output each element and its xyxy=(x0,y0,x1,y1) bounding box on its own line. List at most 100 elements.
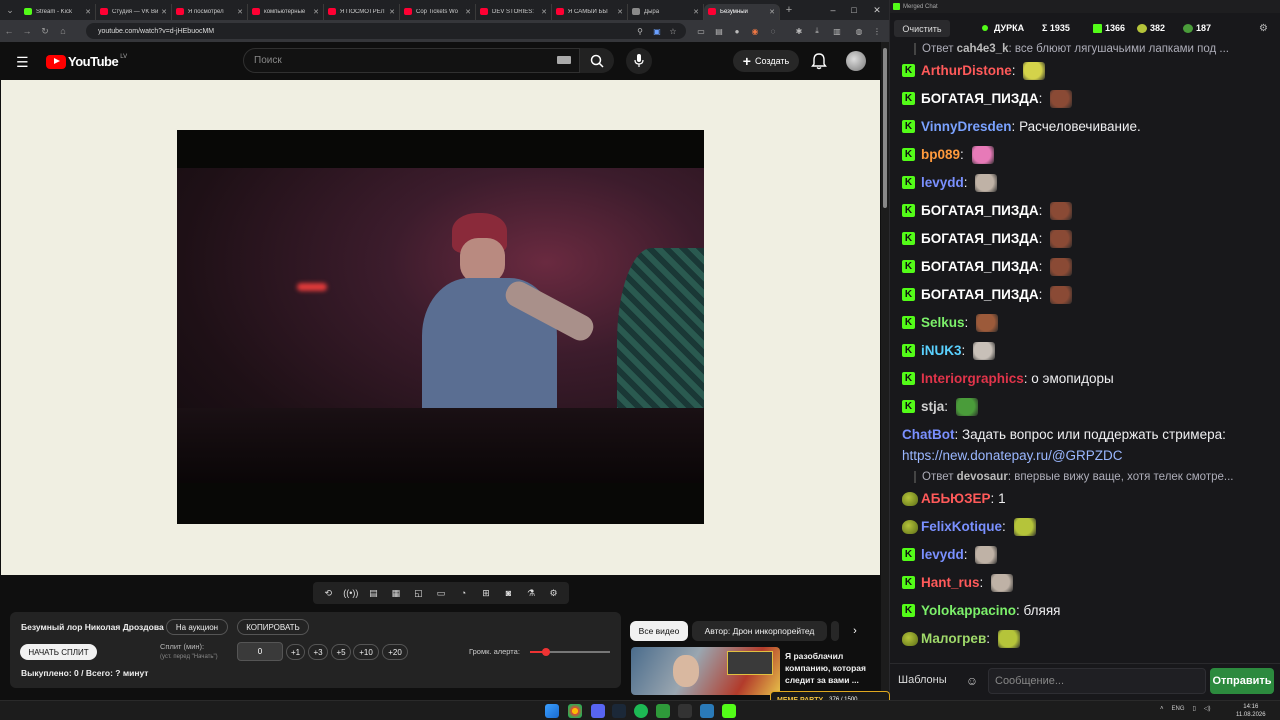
start-split-button[interactable]: НАЧАТЬ СПЛИТ xyxy=(20,644,97,660)
templates-button[interactable]: Шаблоны xyxy=(898,674,947,686)
extensions-puzzle-icon[interactable]: ✱ xyxy=(792,24,806,38)
chat-link[interactable]: https://new.donatepay.ru/@GRPZDC xyxy=(902,448,1123,463)
chat-username[interactable]: ChatBot xyxy=(902,427,955,442)
sidepanel-icon[interactable]: ▥ xyxy=(830,24,844,38)
split-minutes-input[interactable]: 0 xyxy=(237,642,283,661)
flask-icon[interactable]: ⚗ xyxy=(524,587,538,599)
chat-username[interactable]: FelixKotique xyxy=(921,516,1002,537)
chat-username[interactable]: Yolokappacino xyxy=(921,600,1016,621)
youtube-logo[interactable]: YouTube LV xyxy=(46,54,127,69)
chat-message[interactable]: Малогрев: xyxy=(902,628,1277,649)
profile-icon[interactable]: ◍ xyxy=(852,24,866,38)
tab-close-icon[interactable]: ✕ xyxy=(161,8,167,16)
start-windows-icon[interactable] xyxy=(545,704,559,718)
chat-message[interactable]: K ArthurDistone: xyxy=(902,60,1277,81)
add-frame-icon[interactable]: ⊞ xyxy=(479,587,493,599)
chat-settings-gear-icon[interactable]: ⚙ xyxy=(1259,23,1268,34)
increment-button[interactable]: +5 xyxy=(331,644,351,660)
hamburger-menu-icon[interactable]: ☰ xyxy=(16,54,29,71)
chat-username[interactable]: VinnyDresden xyxy=(921,116,1012,137)
clock[interactable]: 14:16 11.08.2026 xyxy=(1236,703,1266,719)
browser-tab[interactable]: Stream - Kick ✕ xyxy=(20,3,96,20)
new-tab-button[interactable]: + xyxy=(780,4,798,16)
chat-message[interactable]: Kstja: xyxy=(902,396,1277,417)
chat-username[interactable]: БОГАТАЯ_ПИЗДА xyxy=(921,200,1039,221)
network-icon[interactable]: ▯ xyxy=(1193,705,1196,712)
search-input[interactable]: Поиск xyxy=(243,48,580,73)
chat-message[interactable]: KiNUK3: xyxy=(902,340,1277,361)
speed-icon[interactable]: ◔ xyxy=(456,587,470,599)
increment-button[interactable]: +1 xyxy=(286,644,305,660)
chat-username[interactable]: БОГАТАЯ_ПИЗДА xyxy=(921,88,1039,109)
chat-username[interactable]: ArthurDistone xyxy=(921,60,1012,81)
close-window-icon[interactable]: ✕ xyxy=(866,0,888,20)
language-indicator[interactable]: ENG xyxy=(1172,706,1185,712)
reply-preview[interactable]: Ответ cah4e3_k: все блюют лягушачьими ла… xyxy=(914,43,1274,55)
cast-icon[interactable]: ▭ xyxy=(694,24,708,38)
browser-tab[interactable]: Безумный ✕ xyxy=(704,3,780,20)
chat-username[interactable]: stja xyxy=(921,396,944,417)
chat-username[interactable]: levydd xyxy=(921,172,964,193)
translate-icon[interactable]: ▣ xyxy=(650,24,664,38)
chat-message[interactable]: K Selkus: xyxy=(902,312,1277,333)
increment-button[interactable]: +10 xyxy=(353,644,379,660)
avatar[interactable] xyxy=(846,51,866,71)
browser-tab[interactable]: Дыра ✕ xyxy=(628,3,704,20)
chrome-icon[interactable] xyxy=(568,704,582,718)
chat-username[interactable]: АБЬЮЗЕР xyxy=(921,488,991,509)
browser-tab[interactable]: Я САМЫЙ БЫ ✕ xyxy=(552,3,628,20)
playlist-icon[interactable]: ▤ xyxy=(366,587,380,599)
browser-tab[interactable]: DEV STORIES: ✕ xyxy=(476,3,552,20)
chat-message[interactable]: K БОГАТАЯ_ПИЗДА: xyxy=(902,88,1277,109)
chat-username[interactable]: Hant_rus xyxy=(921,572,980,593)
reload-icon[interactable]: ↻ xyxy=(36,26,54,37)
chat-message[interactable]: Kbp089: xyxy=(902,144,1277,165)
page-scrollbar[interactable] xyxy=(881,42,889,700)
search-button[interactable] xyxy=(580,48,614,73)
chat-username[interactable]: iNUK3 xyxy=(921,340,962,361)
chat-message[interactable]: K Yolokappacino: бляяя xyxy=(902,600,1277,621)
tab-close-icon[interactable]: ✕ xyxy=(313,8,319,16)
browser-tab[interactable]: Я ПОСМОТРЕЛ ✕ xyxy=(324,3,400,20)
chat-message[interactable]: Klevydd: xyxy=(902,172,1277,193)
app2-icon[interactable] xyxy=(678,704,692,718)
telegram-icon[interactable] xyxy=(700,704,714,718)
extension4-icon[interactable]: ◌ xyxy=(766,24,780,38)
zoom-icon[interactable]: ⚲ xyxy=(633,24,647,38)
chip-author[interactable]: Автор: Дрон инкорпорейтед xyxy=(692,621,827,641)
chat-message[interactable]: K БОГАТАЯ_ПИЗДА: xyxy=(902,256,1277,277)
extension2-icon[interactable]: ● xyxy=(730,24,744,38)
reply-preview[interactable]: Ответ devosaur: впервые вижу ваще, хотя … xyxy=(914,471,1274,483)
emoji-icon[interactable]: ☺ xyxy=(964,673,980,689)
send-button[interactable]: Отправить xyxy=(1210,668,1274,694)
chat-message[interactable]: K БОГАТАЯ_ПИЗДА: xyxy=(902,284,1277,305)
browser-menu-icon[interactable]: ⋮ xyxy=(870,24,884,38)
tab-search-icon[interactable]: ⌄ xyxy=(0,0,20,20)
steam-icon[interactable] xyxy=(612,704,626,718)
create-button[interactable]: + Создать xyxy=(733,50,799,72)
chat-username[interactable]: БОГАТАЯ_ПИЗДА xyxy=(921,284,1039,305)
chat-username[interactable]: Selkus xyxy=(921,312,965,333)
broadcast-icon[interactable]: ((•)) xyxy=(343,587,358,599)
alert-volume-slider[interactable] xyxy=(530,648,610,656)
url-field[interactable]: youtube.com/watch?v=d-jHEbuocMM xyxy=(86,23,686,39)
tab-close-icon[interactable]: ✕ xyxy=(465,8,471,16)
chip-more[interactable] xyxy=(831,621,839,641)
scrollbar-thumb[interactable] xyxy=(883,48,887,208)
camera-icon[interactable]: ◙ xyxy=(502,587,516,599)
recommendation-thumbnail[interactable] xyxy=(631,647,780,695)
maximize-icon[interactable]: □ xyxy=(843,0,865,20)
video-player[interactable] xyxy=(177,130,704,524)
browser-tab[interactable]: Cop Tickets Wo ✕ xyxy=(400,3,476,20)
tab-close-icon[interactable]: ✕ xyxy=(389,8,395,16)
tray-chevron-icon[interactable]: ˄ xyxy=(1160,706,1164,712)
forward-icon[interactable]: → xyxy=(18,26,36,36)
chat-username[interactable]: БОГАТАЯ_ПИЗДА xyxy=(921,256,1039,277)
on-auction-button[interactable]: На аукцион xyxy=(166,619,228,635)
download-icon[interactable]: ⤓ xyxy=(810,24,824,38)
tab-close-icon[interactable]: ✕ xyxy=(693,8,699,16)
notifications-bell-icon[interactable] xyxy=(811,52,827,70)
extension-icon[interactable]: ▤ xyxy=(712,24,726,38)
home-icon[interactable]: ⌂ xyxy=(54,26,72,36)
tab-close-icon[interactable]: ✕ xyxy=(617,8,623,16)
